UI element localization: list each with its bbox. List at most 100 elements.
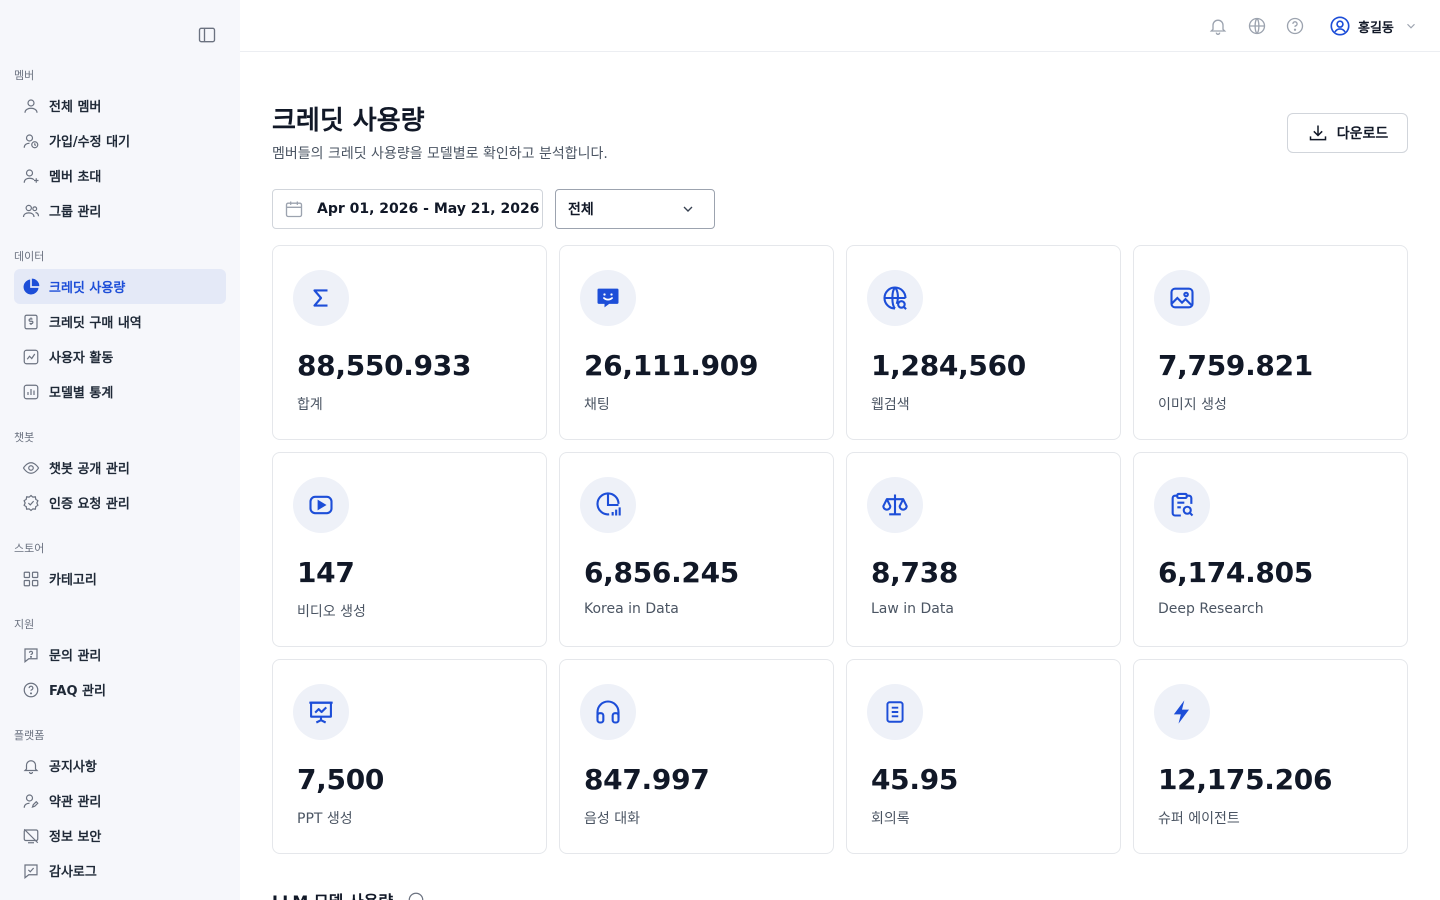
receipt-dollar-icon [21,312,41,332]
headphones-icon [580,684,636,740]
usage-label: 회의록 [871,811,910,827]
usage-card-korea-in-data: 6,856.245 Korea in Data [559,452,834,647]
date-range-picker[interactable]: Apr 01, 2026 - May 21, 2026 [272,189,543,229]
globe-search-icon [867,270,923,326]
sidebar-item-credit-usage[interactable]: 크레딧 사용량 [14,269,226,304]
user-plus-icon [21,166,41,186]
sidebar-item-faq[interactable]: FAQ 관리 [14,672,226,707]
usage-value: 847.997 [584,763,710,796]
bell-icon [21,756,41,776]
sidebar-item-label: 그룹 관리 [49,205,102,220]
usage-value: 6,856.245 [584,556,739,589]
globe-icon[interactable] [1246,15,1268,37]
bell-icon[interactable] [1207,15,1229,37]
shield-off-icon [21,826,41,846]
sidebar-item-terms[interactable]: 약관 관리 [14,783,226,818]
sidebar-item-credit-purchase[interactable]: 크레딧 구매 내역 [14,304,226,339]
download-icon [1307,122,1329,144]
message-check-icon [21,861,41,881]
usage-value: 26,111.909 [584,349,759,382]
page-title: 크레딧 사용량 [272,106,425,136]
sidebar-item-chatbot-publish[interactable]: 챗봇 공개 관리 [14,450,226,485]
usage-value: 8,738 [871,556,959,589]
nav-section-support: 지원 문의 관리 FAQ 관리 [14,617,226,707]
sidebar-item-inquiries[interactable]: 문의 관리 [14,637,226,672]
sidebar-item-label: 공지사항 [49,760,97,775]
sidebar-item-label: 사용자 활동 [49,351,114,366]
grid-icon [21,569,41,589]
sidebar-item-label: 문의 관리 [49,649,102,664]
sidebar-item-category[interactable]: 카테고리 [14,561,226,596]
chat-smile-icon [580,270,636,326]
document-icon [867,684,923,740]
usage-card-video: 147 비디오 생성 [272,452,547,647]
usage-value: 7,759.821 [1158,349,1313,382]
help-icon[interactable] [1284,15,1306,37]
user-name: 홍길동 [1358,20,1394,36]
sidebar-item-pending[interactable]: 가입/수정 대기 [14,123,226,158]
sidebar-item-notices[interactable]: 공지사항 [14,748,226,783]
page-subtitle: 멤버들의 크레딧 사용량을 모델별로 확인하고 분석합니다. [272,146,608,162]
nav-section-label: 플랫폼 [14,729,45,742]
nav-section-label: 데이터 [14,250,45,263]
sidebar-item-label: 카테고리 [49,573,97,588]
usage-value: 1,284,560 [871,349,1026,382]
user-circle-icon [1328,14,1352,38]
bar-chart-icon [21,382,41,402]
usage-label: Law in Data [871,601,954,617]
usage-card-voice: 847.997 음성 대화 [559,659,834,854]
sidebar-item-security[interactable]: 정보 보안 [14,818,226,853]
sidebar-item-audit-log[interactable]: 감사로그 [14,853,226,888]
chart-pie-bars-icon [580,477,636,533]
eye-icon [21,458,41,478]
sidebar-item-verification[interactable]: 인증 요청 관리 [14,485,226,520]
usage-card-law-in-data: 8,738 Law in Data [846,452,1121,647]
sidebar-item-label: 감사로그 [49,865,97,880]
nav-section-platform: 플랫폼 공지사항 약관 관리 정보 보안 감사로그 [14,728,226,888]
badge-check-icon [21,493,41,513]
sidebar-item-groups[interactable]: 그룹 관리 [14,193,226,228]
usage-card-ppt: 7,500 PPT 생성 [272,659,547,854]
usage-label: 이미지 생성 [1158,397,1227,413]
usage-card-total: 88,550.933 합계 [272,245,547,440]
nav-section-label: 스토어 [14,542,45,555]
users-icon [21,201,41,221]
usage-label: 음성 대화 [584,811,640,827]
usage-label: 슈퍼 에이전트 [1158,811,1240,827]
message-question-icon [21,645,41,665]
sidebar-item-label: 인증 요청 관리 [49,497,130,512]
sidebar-item-label: 크레딧 사용량 [49,281,126,296]
sidebar-item-label: 전체 멤버 [49,100,102,115]
activity-chart-icon [21,347,41,367]
sidebar-item-user-activity[interactable]: 사용자 활동 [14,339,226,374]
sidebar-toggle-icon[interactable] [196,24,218,46]
usage-card-deep-research: 6,174.805 Deep Research [1133,452,1408,647]
download-button[interactable]: 다운로드 [1287,113,1408,153]
filter-select[interactable]: 전체 [555,189,715,229]
clipboard-search-icon [1154,477,1210,533]
nav-section-store: 스토어 카테고리 [14,541,226,596]
llm-usage-title: LLM 모델 사용량 [272,888,393,900]
chevron-down-icon [680,201,696,217]
download-label: 다운로드 [1336,126,1389,142]
usage-card-image: 7,759.821 이미지 생성 [1133,245,1408,440]
usage-value: 12,175.206 [1158,763,1333,796]
usage-label: PPT 생성 [297,811,353,827]
sidebar-item-all-members[interactable]: 전체 멤버 [14,88,226,123]
sidebar-item-label: 모델별 통계 [49,386,114,401]
usage-card-super-agent: 12,175.206 슈퍼 에이전트 [1133,659,1408,854]
scale-icon [867,477,923,533]
image-icon [1154,270,1210,326]
usage-value: 88,550.933 [297,349,472,382]
usage-card-minutes: 45.95 회의록 [846,659,1121,854]
sidebar-item-label: 가입/수정 대기 [49,135,131,150]
usage-label: 비디오 생성 [297,604,366,620]
user-menu[interactable]: 홍길동 [1328,13,1418,39]
calendar-icon [283,198,305,220]
sigma-icon [293,270,349,326]
user-edit-icon [21,791,41,811]
date-range-value: Apr 01, 2026 - May 21, 2026 [317,201,540,217]
help-circle-icon[interactable] [407,891,425,900]
sidebar-item-model-stats[interactable]: 모델별 통계 [14,374,226,409]
sidebar-item-invite[interactable]: 멤버 초대 [14,158,226,193]
